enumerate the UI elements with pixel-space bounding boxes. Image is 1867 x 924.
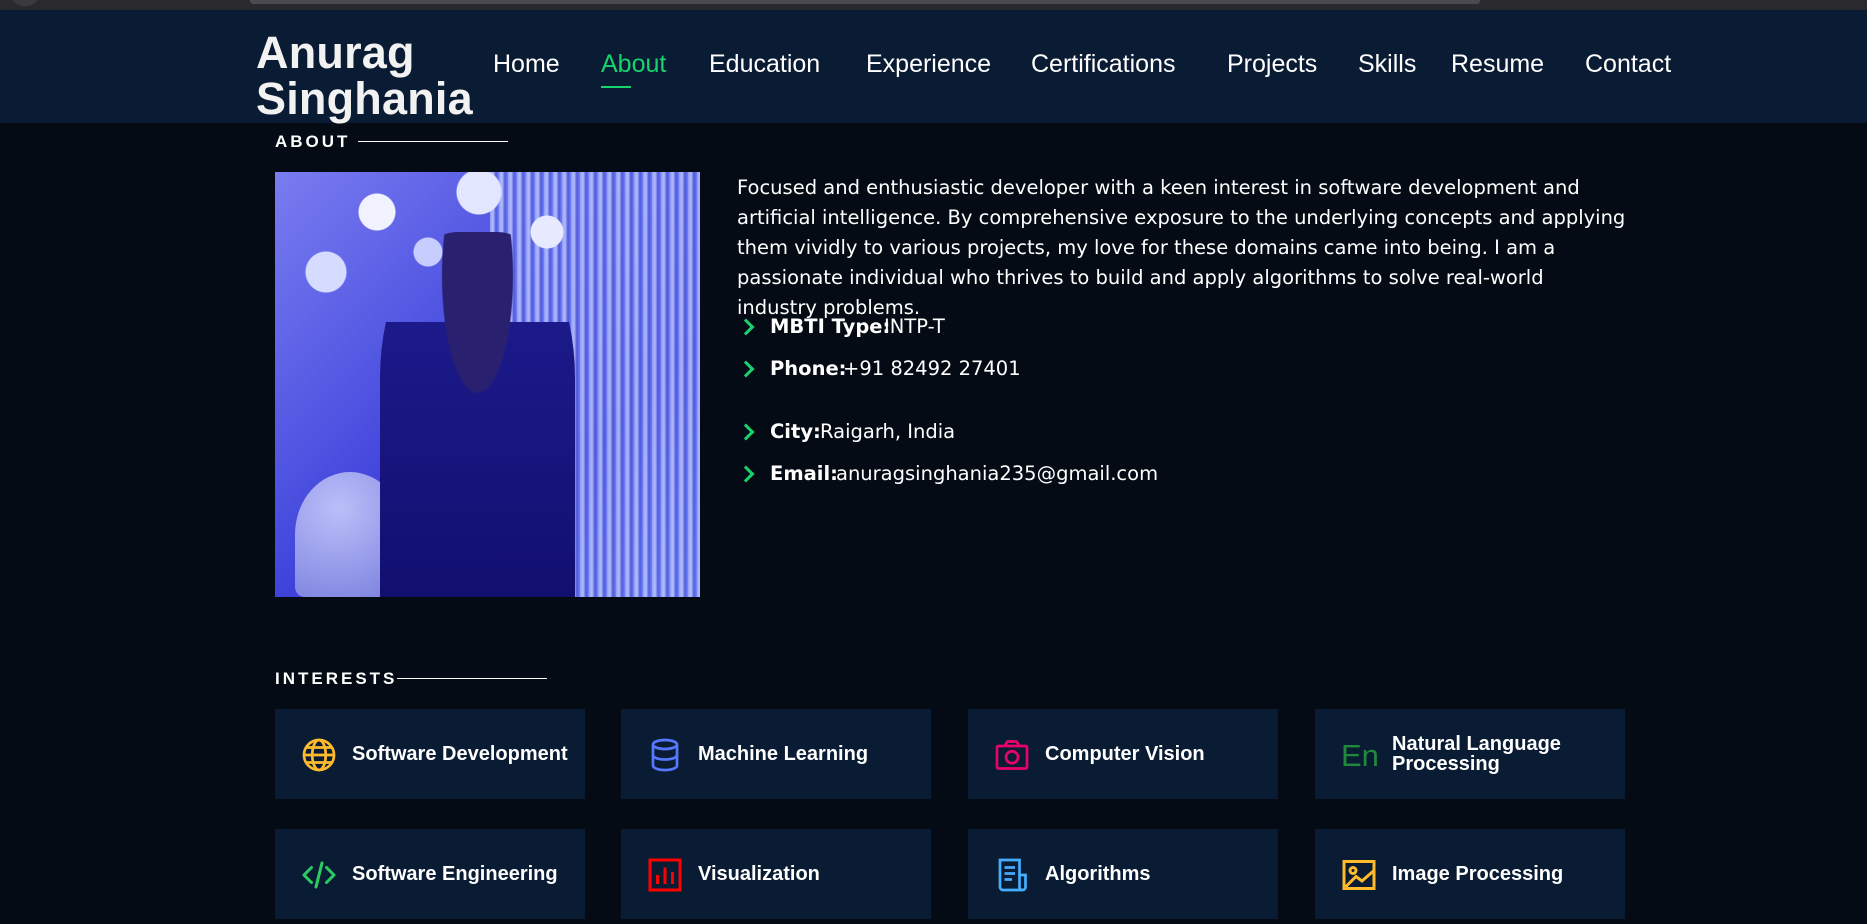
code-icon: [302, 861, 336, 889]
database-icon: [651, 738, 679, 772]
camera-icon: [995, 740, 1029, 770]
fact-key: MBTI Type:: [770, 315, 891, 338]
svg-text:En: En: [1341, 738, 1377, 773]
image-icon: [1342, 860, 1376, 890]
interest-label: Software Development: [352, 743, 568, 765]
nav-experience[interactable]: Experience: [866, 50, 991, 79]
browser-button[interactable]: [12, 0, 38, 6]
interest-label: Algorithms: [1045, 863, 1151, 885]
site-logo[interactable]: Anurag Singhania: [256, 30, 473, 122]
brand-last-name: Singhania: [256, 73, 473, 124]
brand-first-name: Anurag: [256, 27, 415, 78]
interest-label: Visualization: [698, 863, 820, 885]
nav-resume[interactable]: Resume: [1451, 50, 1544, 79]
interests-title: INTERESTS: [275, 669, 398, 688]
nav-projects[interactable]: Projects: [1227, 50, 1317, 79]
nav-certifications[interactable]: Certifications: [1031, 50, 1176, 79]
interest-card-machine-learning[interactable]: Machine Learning: [621, 709, 931, 799]
fact-value[interactable]: anuragsinghania235@gmail.com: [836, 462, 1158, 485]
interest-card-software-development[interactable]: Software Development: [275, 709, 585, 799]
interest-card-computer-vision[interactable]: Computer Vision: [968, 709, 1278, 799]
fact-value: Raigarh, India: [820, 420, 956, 443]
bar-chart-icon: [648, 858, 682, 892]
fact-value: +91 82492 27401: [843, 357, 1021, 380]
interest-label: Image Processing: [1392, 863, 1564, 885]
fact-key: Phone:: [770, 357, 847, 380]
interest-card-image-processing[interactable]: Image Processing: [1315, 829, 1625, 919]
nav-education[interactable]: Education: [709, 50, 820, 79]
interest-label: Software Engineering: [352, 863, 558, 885]
about-title: ABOUT: [275, 132, 351, 151]
interest-card-nlp[interactable]: En Natural Language Processing: [1315, 709, 1625, 799]
nav-contact[interactable]: Contact: [1585, 50, 1671, 79]
interest-label: Computer Vision: [1045, 743, 1205, 765]
fact-key: City:: [770, 420, 821, 443]
interest-card-software-engineering[interactable]: Software Engineering: [275, 829, 585, 919]
browser-top-strip: [0, 0, 1867, 10]
interests-title-line: [397, 678, 547, 679]
language-icon: En: [1341, 738, 1377, 773]
chevron-right-icon: [737, 360, 755, 378]
interest-card-algorithms[interactable]: Algorithms: [968, 829, 1278, 919]
nav-about[interactable]: About: [601, 50, 666, 88]
interest-label: Machine Learning: [698, 743, 869, 765]
profile-photo: [275, 172, 700, 597]
nav-skills[interactable]: Skills: [1358, 50, 1416, 79]
chevron-right-icon: [737, 465, 755, 483]
photo-person: [380, 232, 575, 597]
about-title-line: [358, 141, 508, 142]
about-bio: Focused and enthusiastic developer with …: [737, 176, 1626, 319]
interest-card-visualization[interactable]: Visualization: [621, 829, 931, 919]
globe-icon: [302, 738, 336, 772]
chevron-right-icon: [737, 423, 755, 441]
site-header: Anurag Singhania Home About Education Ex…: [0, 10, 1867, 123]
horizontal-scrollbar[interactable]: [250, 0, 1480, 4]
nav-home[interactable]: Home: [493, 50, 560, 79]
fact-value: INTP-T: [884, 315, 945, 338]
document-icon: [998, 858, 1027, 892]
fact-key: Email:: [770, 462, 838, 485]
interest-label: Natural Language Processing: [1392, 733, 1561, 775]
